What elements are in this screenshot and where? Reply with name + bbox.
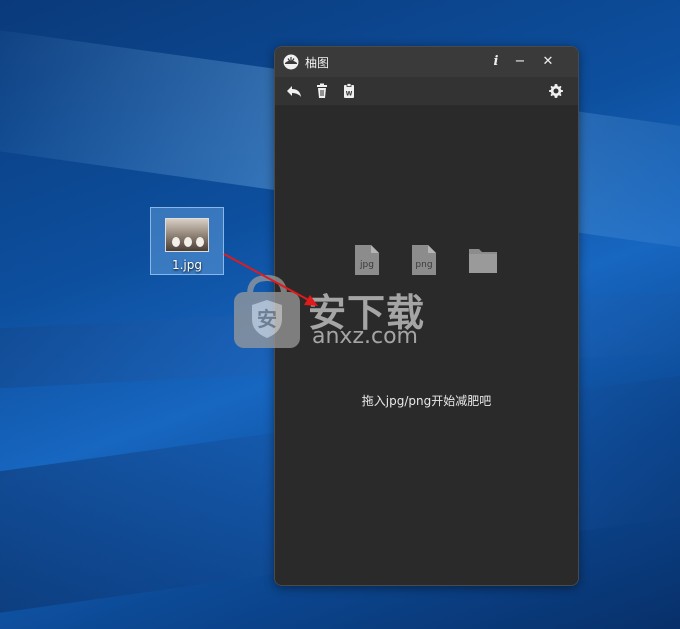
jpg-file-icon: jpg: [352, 245, 382, 275]
window-title: 柚图: [305, 56, 330, 70]
drop-zone[interactable]: jpg png 拖入jpg/png开始减肥吧: [275, 105, 578, 585]
png-format-label: png: [415, 260, 433, 270]
info-button[interactable]: i: [486, 52, 506, 72]
close-button[interactable]: ✕: [538, 52, 558, 72]
app-window: 柚图 i − ✕ W jpg png 拖入jpg/png开始减肥吧: [274, 46, 579, 586]
svg-text:W: W: [346, 91, 353, 98]
image-thumbnail: [165, 218, 209, 252]
minimize-button[interactable]: −: [510, 52, 530, 72]
desktop-file-label: 1.jpg: [171, 258, 203, 272]
toolbar: W: [275, 77, 578, 105]
clipboard-icon[interactable]: W: [341, 83, 357, 99]
gear-icon[interactable]: [548, 83, 564, 99]
jpg-format-label: jpg: [360, 260, 374, 270]
app-logo-icon: [283, 54, 299, 70]
trash-icon[interactable]: [314, 83, 330, 99]
undo-icon[interactable]: [286, 83, 302, 99]
folder-icon: [468, 245, 498, 275]
drop-hint-text: 拖入jpg/png开始减肥吧: [361, 394, 492, 408]
title-bar[interactable]: 柚图 i − ✕: [275, 47, 578, 77]
png-file-icon: png: [409, 245, 439, 275]
desktop-file-icon[interactable]: 1.jpg: [150, 207, 224, 275]
